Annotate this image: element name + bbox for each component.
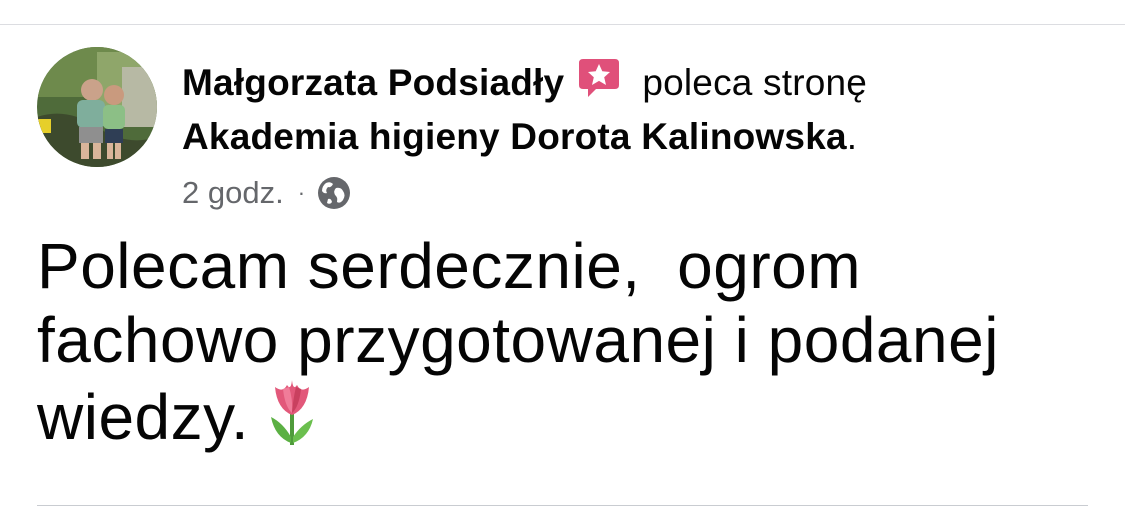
post-header-line-1: Małgorzata Podsiadły poleca stronę: [182, 55, 867, 111]
post-body-line: Polecam serdecznie, ogrom: [37, 230, 862, 302]
meta-separator: ·: [297, 180, 306, 205]
post-header-line-2: Akademia higieny Dorota Kalinowska.: [182, 115, 857, 159]
post-body-line-last: wiedzy.: [37, 377, 1097, 462]
globe-icon[interactable]: [316, 175, 352, 211]
post-body-line-text: wiedzy.: [37, 381, 250, 453]
author-name-link[interactable]: Małgorzata Podsiadły: [182, 62, 564, 103]
recommendation-star-icon: [576, 55, 622, 111]
post-body-line: fachowo przygotowanej i podanej: [37, 304, 999, 376]
post-meta: 2 godz. ·: [182, 174, 352, 212]
author-avatar[interactable]: [37, 47, 157, 167]
post-body-text: Polecam serdecznie, ogrom fachowo przygo…: [37, 229, 1097, 462]
post-timestamp[interactable]: 2 godz.: [182, 175, 284, 211]
avatar-photo: [37, 47, 157, 167]
tulip-emoji: [263, 377, 321, 462]
recommendation-text: poleca stronę: [642, 62, 868, 103]
bottom-divider: [37, 505, 1088, 506]
recommended-page-link[interactable]: Akademia higieny Dorota Kalinowska: [182, 116, 847, 157]
page-name-period: .: [846, 116, 858, 157]
top-divider: [0, 24, 1125, 25]
